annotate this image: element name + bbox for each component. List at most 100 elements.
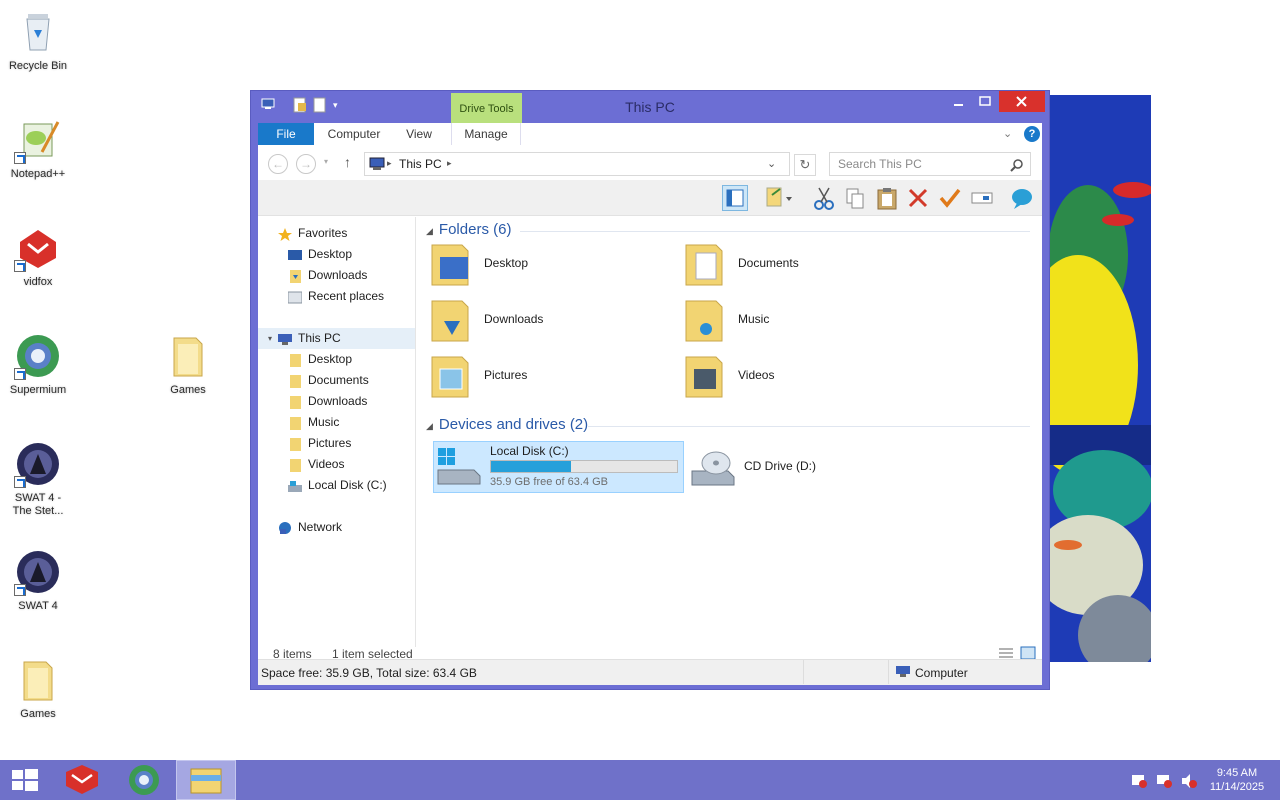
maximize-button[interactable] — [973, 91, 997, 112]
windows-drive-icon — [437, 448, 481, 485]
folder-item-documents[interactable]: Documents — [682, 239, 922, 289]
collapse-arrow-icon[interactable]: ▾ — [268, 328, 272, 349]
tab-manage[interactable]: Manage — [451, 123, 521, 145]
checkmark-icon[interactable] — [937, 185, 963, 211]
clock[interactable]: 9:45 AM 11/14/2025 — [1206, 766, 1268, 794]
nav-this-pc-local-disk[interactable]: Local Disk (C:) — [258, 475, 415, 496]
details-view-icon — [999, 648, 1013, 658]
nav-favorites[interactable]: Favorites — [258, 223, 415, 244]
forward-button[interactable]: → — [296, 154, 316, 174]
back-button[interactable]: ← — [268, 154, 288, 174]
search-icon — [1010, 159, 1023, 172]
nav-this-pc-desktop[interactable]: Desktop — [258, 349, 415, 370]
folder-item-downloads[interactable]: Downloads — [428, 295, 668, 345]
expand-ribbon-icon[interactable]: ⌄ — [1003, 127, 1012, 140]
nav-this-pc-documents[interactable]: Documents — [258, 370, 415, 391]
this-pc-icon — [278, 332, 292, 345]
address-row: ← → ▾ ↑ ▸ This PC ▸ ⌄ ↻ Search This PC — [258, 151, 1042, 177]
this-pc-icon — [369, 157, 385, 170]
nav-this-pc-downloads[interactable]: Downloads — [258, 391, 415, 412]
action-center-icon[interactable] — [1130, 773, 1148, 789]
star-icon — [278, 227, 292, 241]
network-icon — [278, 521, 292, 534]
folders-group-header[interactable]: ◢ Folders (6) — [426, 221, 511, 238]
chat-bubble-icon[interactable] — [1009, 185, 1035, 211]
up-button[interactable]: ↑ — [344, 154, 351, 170]
tab-computer[interactable]: Computer — [318, 123, 390, 145]
nav-favorites-recent-places[interactable]: Recent places — [258, 286, 415, 307]
desktop-icon-supermium[interactable]: Supermium — [0, 332, 76, 397]
search-input[interactable]: Search This PC — [829, 152, 1031, 176]
nav-this-pc-music[interactable]: Music — [258, 412, 415, 433]
folder-item-videos[interactable]: Videos — [682, 351, 922, 401]
large-icons-view-icon — [1020, 646, 1036, 660]
help-icon[interactable]: ? — [1024, 126, 1040, 142]
details-view-button[interactable] — [998, 646, 1014, 660]
nav-this-pc[interactable]: ▾ This PC — [258, 328, 415, 349]
copy-icon[interactable] — [842, 185, 868, 211]
details-status-bar: Space free: 35.9 GB, Total size: 63.4 GB… — [258, 659, 1042, 685]
taskbar-vidfox[interactable] — [52, 760, 112, 800]
drive-icon — [288, 479, 302, 492]
desktop-icon-notepad-plus-plus[interactable]: Notepad++ — [0, 116, 76, 181]
tab-file[interactable]: File — [258, 123, 314, 145]
desktop-icon-games-folder[interactable]: Games — [150, 332, 226, 397]
drive-usage-fill — [491, 461, 571, 472]
nav-this-pc-videos[interactable]: Videos — [258, 454, 415, 475]
refresh-button[interactable]: ↻ — [794, 154, 816, 176]
documents-folder-icon — [685, 244, 723, 286]
windows-logo-icon — [12, 769, 38, 791]
recent-locations-chevron-icon[interactable]: ▾ — [324, 157, 328, 166]
delete-icon[interactable] — [905, 185, 931, 211]
preview-pane-button[interactable] — [722, 185, 748, 211]
cut-icon[interactable] — [811, 185, 837, 211]
properties-button[interactable] — [764, 185, 794, 211]
desktop-icon-vidfox[interactable]: vidfox — [0, 224, 76, 289]
clock-date: 11/14/2025 — [1209, 781, 1265, 793]
desktop-icon-recycle-bin[interactable]: Recycle Bin — [0, 8, 76, 73]
start-button[interactable] — [0, 760, 50, 800]
desktop-icon-swat4[interactable]: SWAT 4 — [0, 548, 76, 613]
drive-item-cd-drive[interactable]: CD Drive (D:) — [688, 441, 938, 493]
recycle-bin-icon — [14, 8, 62, 56]
downloads-folder-icon — [431, 300, 469, 342]
close-button[interactable] — [999, 91, 1045, 112]
taskbar-supermium[interactable] — [114, 760, 174, 800]
rename-icon[interactable] — [969, 185, 995, 211]
drive-item-local-disk[interactable]: Local Disk (C:) 35.9 GB free of 63.4 GB — [433, 441, 684, 493]
search-placeholder: Search This PC — [838, 157, 922, 171]
breadcrumb-chevron-icon[interactable]: ▸ — [447, 158, 452, 169]
pictures-folder-icon — [431, 356, 469, 398]
address-dropdown-icon[interactable]: ⌄ — [767, 157, 776, 170]
collapse-caret-icon: ◢ — [426, 421, 433, 431]
minimize-button[interactable] — [947, 91, 971, 112]
drive-free-space: 35.9 GB free of 63.4 GB — [490, 476, 609, 488]
folder-item-music[interactable]: Music — [682, 295, 922, 345]
nav-favorites-downloads[interactable]: Downloads — [258, 265, 415, 286]
tab-view[interactable]: View — [392, 123, 446, 145]
address-bar[interactable]: ▸ This PC ▸ ⌄ — [364, 152, 790, 176]
space-summary: Space free: 35.9 GB, Total size: 63.4 GB — [261, 666, 477, 680]
title-bar[interactable]: ▾ Drive Tools This PC — [251, 91, 1049, 123]
large-icons-view-button[interactable] — [1020, 646, 1036, 660]
paste-icon[interactable] — [874, 185, 900, 211]
devices-group-header[interactable]: ◢ Devices and drives (2) — [426, 416, 588, 433]
nav-network[interactable]: Network — [258, 517, 415, 538]
network-status-icon[interactable] — [1155, 773, 1173, 789]
ribbon-tab-bar: File Computer View Manage ⌄ ? — [258, 123, 1042, 145]
breadcrumb-this-pc[interactable]: This PC — [399, 157, 442, 171]
nav-favorites-desktop[interactable]: Desktop — [258, 244, 415, 265]
desktop-icon-games-folder-2[interactable]: Games — [0, 656, 76, 721]
desktop-icon-swat4-stetchkov[interactable]: SWAT 4 - The Stet... — [0, 440, 76, 518]
folder-item-pictures[interactable]: Pictures — [428, 351, 668, 401]
command-toolbar — [258, 180, 1042, 216]
explorer-window: ▾ Drive Tools This PC File Computer View… — [250, 90, 1050, 690]
folder-icon — [288, 458, 302, 472]
drive-name: CD Drive (D:) — [744, 459, 816, 473]
volume-muted-icon[interactable] — [1180, 773, 1198, 789]
folder-item-desktop[interactable]: Desktop — [428, 239, 668, 289]
music-folder-icon — [685, 300, 723, 342]
taskbar-file-explorer[interactable] — [176, 760, 236, 800]
folder-icon — [288, 437, 302, 451]
nav-this-pc-pictures[interactable]: Pictures — [258, 433, 415, 454]
